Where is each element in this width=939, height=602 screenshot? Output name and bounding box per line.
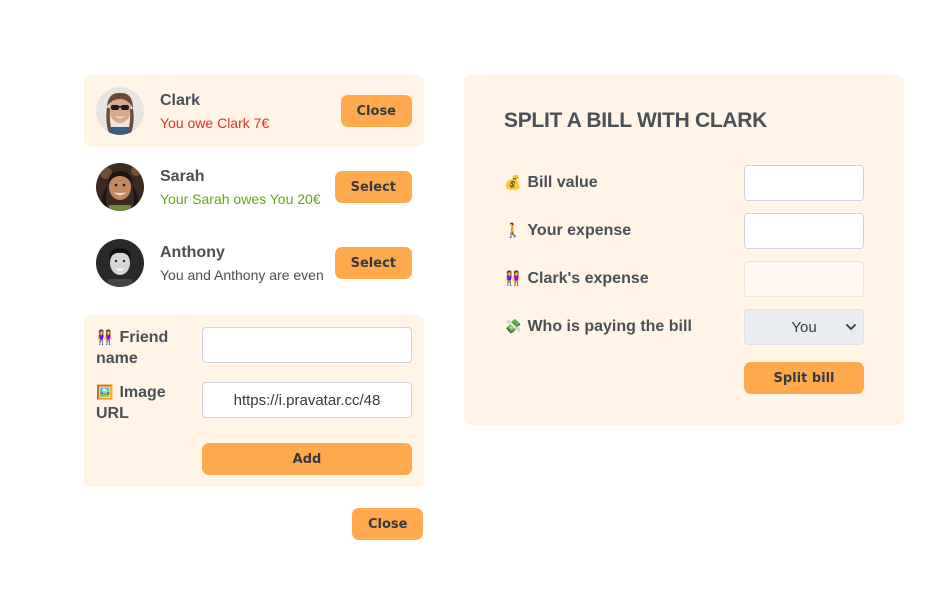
friend-name: Anthony <box>160 243 225 261</box>
bill-value-row: 💰 Bill value <box>504 165 864 201</box>
select-friend-button[interactable]: Select <box>334 247 412 279</box>
friend-expense-label: 👭 Clark's expense <box>504 270 649 287</box>
money-wings-icon: 💸 <box>504 318 522 334</box>
close-form-button[interactable]: Close <box>352 508 424 540</box>
friend-info: Anthony You and Anthony are even <box>160 243 335 284</box>
friend-name: Sarah <box>160 167 205 185</box>
image-url-label: 🖼️ Image URL <box>96 384 166 422</box>
sidebar: Clark You owe Clark 7€ Close Sarah Your … <box>84 75 424 540</box>
your-expense-input[interactable] <box>744 213 864 249</box>
image-url-row: 🖼️ Image URL <box>96 382 412 424</box>
image-url-input[interactable] <box>202 382 412 418</box>
friend-item-clark: Clark You owe Clark 7€ Close <box>84 75 424 147</box>
split-bill-form: SPLIT A BILL WITH CLARK 💰 Bill value 🚶 You… <box>464 75 904 425</box>
person-walking-icon: 🚶 <box>504 222 522 238</box>
avatar <box>96 163 144 211</box>
select-friend-button[interactable]: Select <box>334 171 412 203</box>
friend-name-label: 👭 Friend name <box>96 329 169 367</box>
add-friend-button[interactable]: Add <box>202 443 412 475</box>
friend-expense-input <box>744 261 864 297</box>
friend-info: Clark You owe Clark 7€ <box>160 91 341 132</box>
friends-list: Clark You owe Clark 7€ Close Sarah Your … <box>84 75 424 299</box>
money-bag-icon: 💰 <box>504 174 522 190</box>
friend-item-sarah: Sarah Your Sarah owes You 20€ Select <box>84 151 424 223</box>
bill-value-input[interactable] <box>744 165 864 201</box>
friend-name-row: 👭 Friend name <box>96 327 412 370</box>
your-expense-label: 🚶 Your expense <box>504 222 632 239</box>
framed-picture-icon: 🖼️ <box>96 384 114 400</box>
bill-value-label: 💰 Bill value <box>504 174 598 191</box>
friend-item-anthony: Anthony You and Anthony are even Select <box>84 227 424 299</box>
payer-select[interactable]: You <box>744 309 864 345</box>
two-women-icon: 👭 <box>96 329 114 345</box>
split-title: SPLIT A BILL WITH CLARK <box>504 109 767 132</box>
friend-balance: You owe Clark 7€ <box>160 114 270 131</box>
split-bill-button[interactable]: Split bill <box>744 362 864 394</box>
payer-selected-value: You <box>791 318 817 336</box>
friend-expense-row: 👭 Clark's expense <box>504 261 864 297</box>
avatar <box>96 87 144 135</box>
friend-name: Clark <box>160 91 201 109</box>
avatar <box>96 239 144 287</box>
two-women-icon: 👭 <box>504 270 522 286</box>
add-friend-form: 👭Friend name 🖼️Image URL Add <box>84 315 424 487</box>
payer-row: 💸 Who is paying the bill You <box>504 309 864 345</box>
friend-balance: You and Anthony are even <box>160 266 324 283</box>
friend-info: Sarah Your Sarah owes You 20€ <box>160 167 335 208</box>
friend-name-input[interactable] <box>202 327 412 363</box>
friend-balance: Your Sarah owes You 20€ <box>160 190 321 207</box>
payer-label: 💸 Who is paying the bill <box>504 318 692 335</box>
close-friend-button[interactable]: Close <box>340 95 412 127</box>
your-expense-row: 🚶 Your expense <box>504 213 864 249</box>
chevron-down-icon <box>846 324 856 330</box>
